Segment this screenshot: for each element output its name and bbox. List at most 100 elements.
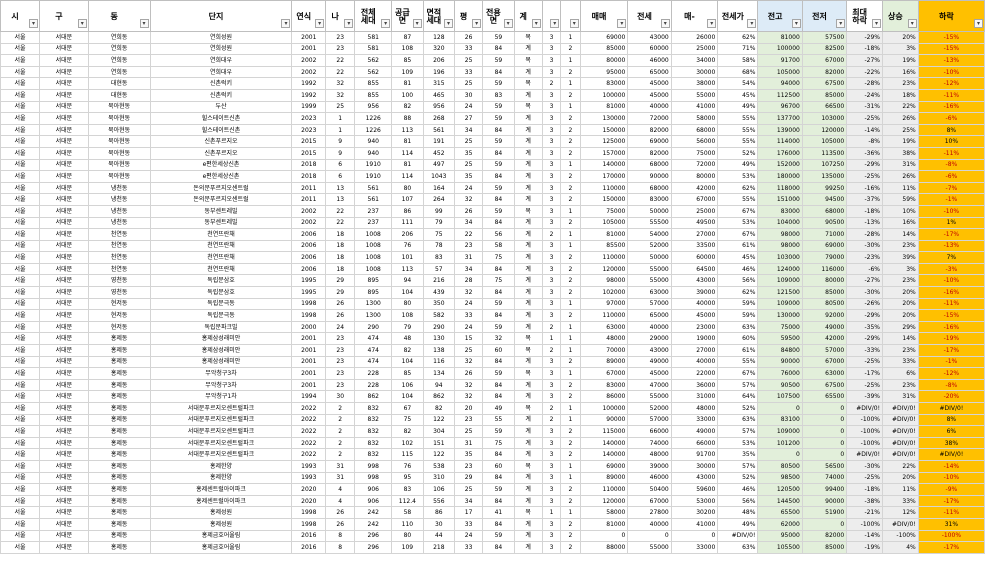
table-cell[interactable]: 95000 (757, 529, 803, 543)
table-cell[interactable]: 서울 (0, 262, 40, 276)
table-cell[interactable]: 서대문 (39, 367, 89, 380)
table-cell[interactable]: 55000 (627, 541, 672, 554)
table-cell[interactable]: 116 (422, 355, 456, 369)
table-cell[interactable]: -17% (917, 344, 985, 357)
table-cell[interactable]: 45% (717, 88, 759, 102)
table-cell[interactable]: 60000 (627, 42, 672, 56)
table-cell[interactable]: -11% (917, 88, 985, 102)
table-cell[interactable]: 70000 (579, 344, 629, 357)
table-cell[interactable]: 65000 (627, 65, 672, 79)
table-cell[interactable]: 0 (627, 529, 672, 543)
table-cell[interactable]: 98500 (757, 471, 803, 485)
table-cell[interactable]: 홍제동 (87, 494, 151, 508)
table-cell[interactable]: 1 (560, 344, 581, 357)
table-cell[interactable]: 39000 (627, 459, 672, 473)
column-header[interactable]: 전세 ▾ (627, 0, 672, 32)
table-cell[interactable]: -13% (917, 54, 985, 67)
table-cell[interactable]: -25% (846, 355, 883, 369)
table-cell[interactable]: 2023 (291, 112, 327, 125)
table-cell[interactable]: 68000 (627, 181, 672, 195)
table-cell[interactable]: 59 (482, 529, 515, 543)
table-cell[interactable]: 81000 (579, 100, 629, 114)
table-cell[interactable]: 1% (917, 216, 985, 230)
table-cell[interactable]: 110000 (579, 181, 629, 195)
table-cell[interactable]: 8% (917, 123, 985, 137)
table-cell[interactable]: 서대문 (39, 436, 89, 450)
table-cell[interactable]: 56000 (670, 135, 719, 148)
table-cell[interactable]: 서대문 (39, 77, 89, 90)
table-cell[interactable]: 3 (541, 390, 562, 403)
table-cell[interactable]: 2006 (291, 228, 327, 241)
column-header[interactable]: ▾ (541, 0, 562, 32)
table-cell[interactable]: 105000 (579, 216, 629, 230)
table-cell[interactable]: 53% (717, 436, 759, 450)
table-cell[interactable]: 79 (422, 216, 456, 230)
table-cell[interactable]: 28 (454, 274, 484, 288)
table-cell[interactable]: 196 (422, 65, 456, 79)
table-cell[interactable]: 서울 (0, 506, 40, 519)
table-cell[interactable]: 99250 (801, 181, 848, 195)
table-cell[interactable]: 독립문극동 (149, 309, 293, 322)
table-cell[interactable]: 956 (422, 100, 456, 114)
table-cell[interactable]: 832 (354, 448, 393, 461)
table-cell[interactable]: 23% (882, 344, 919, 357)
filter-dropdown-icon[interactable]: ▾ (77, 19, 87, 28)
table-cell[interactable]: 25 (454, 425, 484, 438)
table-cell[interactable]: 1993 (291, 471, 327, 485)
table-cell[interactable]: 3 (541, 448, 562, 461)
table-cell[interactable]: 서대문 (39, 459, 89, 473)
table-cell[interactable]: 130000 (579, 112, 629, 125)
table-cell[interactable]: 1 (560, 228, 581, 241)
table-cell[interactable]: 14% (882, 228, 919, 241)
table-cell[interactable]: 128 (422, 31, 456, 44)
table-cell[interactable]: 복 (513, 459, 543, 473)
table-cell[interactable]: 서울 (0, 31, 40, 44)
table-cell[interactable]: 1998 (291, 517, 327, 531)
table-cell[interactable]: 22 (454, 228, 484, 241)
table-cell[interactable]: 26 (454, 367, 484, 380)
table-cell[interactable]: 2023 (291, 123, 327, 137)
table-cell[interactable]: 천연뜨란채 (149, 251, 293, 264)
table-cell[interactable]: 67000 (801, 54, 848, 67)
column-header[interactable]: 단지 ▾ (149, 0, 293, 32)
table-cell[interactable]: 40000 (627, 320, 672, 334)
table-cell[interactable]: 57000 (627, 297, 672, 311)
table-cell[interactable]: 320 (422, 42, 456, 56)
table-cell[interactable]: 2 (560, 251, 581, 264)
table-cell[interactable]: 906 (354, 483, 393, 496)
table-cell[interactable]: 65500 (757, 506, 803, 519)
table-cell[interactable]: 71000 (801, 228, 848, 241)
table-cell[interactable]: 2006 (291, 251, 327, 264)
table-cell[interactable]: 107 (391, 193, 424, 206)
table-cell[interactable]: 112.4 (391, 494, 424, 508)
table-cell[interactable]: 20% (882, 297, 919, 311)
table-cell[interactable]: 108 (391, 42, 424, 56)
table-cell[interactable]: 84 (482, 65, 515, 79)
filter-dropdown-icon[interactable]: ▾ (550, 19, 560, 28)
table-cell[interactable]: 서대문 (39, 65, 89, 79)
table-cell[interactable]: 1998 (291, 506, 327, 519)
table-cell[interactable]: 8 (325, 529, 356, 543)
table-cell[interactable]: e편한세상신촌 (149, 170, 293, 183)
table-cell[interactable]: 2 (325, 402, 356, 415)
table-cell[interactable]: 독립문파크빌 (149, 320, 293, 334)
table-cell[interactable]: 3 (541, 297, 562, 311)
table-cell[interactable]: 80 (391, 529, 424, 543)
table-cell[interactable]: -28% (846, 228, 883, 241)
table-cell[interactable]: 80000 (579, 54, 629, 67)
table-cell[interactable]: -39% (846, 390, 883, 403)
table-cell[interactable]: 계 (513, 42, 543, 56)
table-cell[interactable]: 26% (882, 170, 919, 183)
table-cell[interactable]: 35 (454, 448, 484, 461)
table-cell[interactable]: 3 (541, 112, 562, 125)
table-cell[interactable]: 천연동 (87, 239, 151, 253)
table-cell[interactable]: 114 (391, 170, 424, 183)
table-cell[interactable]: 56 (482, 228, 515, 241)
table-cell[interactable]: 1300 (354, 309, 393, 322)
table-cell[interactable]: -29% (846, 31, 883, 44)
table-cell[interactable]: 천연동 (87, 262, 151, 276)
table-cell[interactable]: 140000 (579, 436, 629, 450)
table-cell[interactable]: 2011 (291, 181, 327, 195)
table-cell[interactable]: 1 (541, 332, 562, 346)
table-cell[interactable]: 83000 (757, 204, 803, 218)
